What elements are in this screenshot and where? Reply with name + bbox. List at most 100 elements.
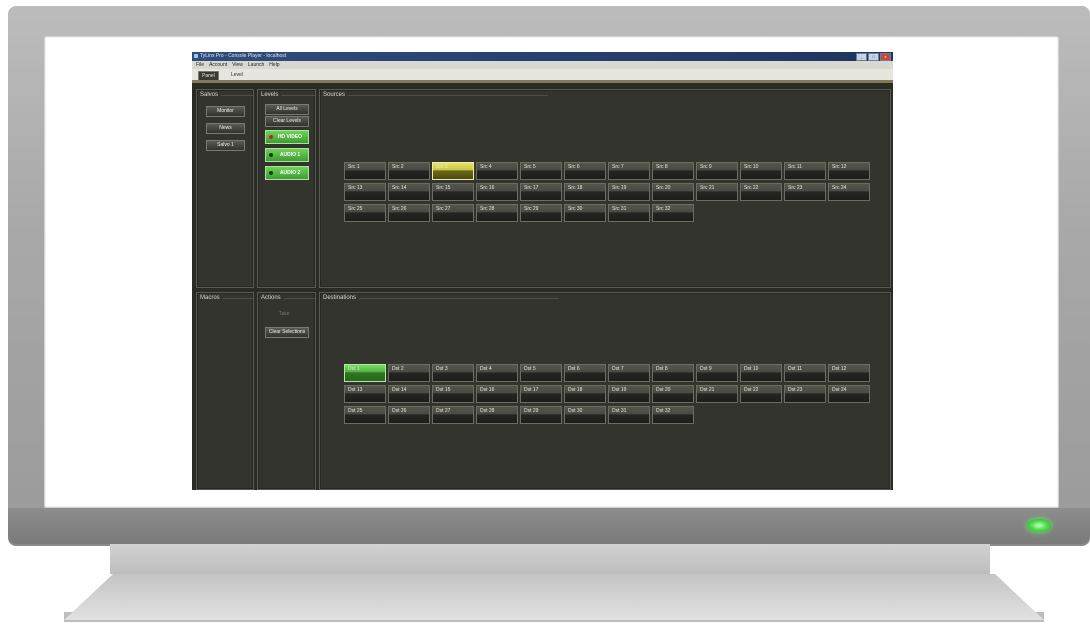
source-tile[interactable]: Src 2 <box>388 162 430 180</box>
source-tile[interactable]: Src 6 <box>564 162 606 180</box>
destination-tile[interactable]: Dst 28 <box>476 406 518 424</box>
actions-panel: Actions Take Clear Selections <box>257 292 316 490</box>
app-window: TyLinx Pro - Console Player - localhost … <box>192 52 893 490</box>
source-tile[interactable]: Src 8 <box>652 162 694 180</box>
clear-selections-button[interactable]: Clear Selections <box>265 327 309 338</box>
menu-help[interactable]: Help <box>269 61 279 69</box>
levels-panel: Levels All Levels Clear Levels HD VIDEO … <box>257 89 316 288</box>
destination-tile[interactable]: Dst 29 <box>520 406 562 424</box>
salvos-title: Salvos <box>200 92 253 98</box>
salvo-news-button[interactable]: News <box>206 123 245 134</box>
source-tile[interactable]: Src 23 <box>784 183 826 201</box>
destination-tile[interactable]: Dst 7 <box>608 364 650 382</box>
destination-tile[interactable]: Dst 18 <box>564 385 606 403</box>
source-tile[interactable]: Src 5 <box>520 162 562 180</box>
destination-tile[interactable]: Dst 21 <box>696 385 738 403</box>
tab-level[interactable]: Level <box>228 71 246 80</box>
minimize-button[interactable]: _ <box>856 53 867 61</box>
destination-tile[interactable]: Dst 1 <box>344 364 386 382</box>
menu-view[interactable]: View <box>232 61 243 69</box>
menu-file[interactable]: File <box>196 61 204 69</box>
source-tile[interactable]: Src 20 <box>652 183 694 201</box>
source-tile[interactable]: Src 7 <box>608 162 650 180</box>
destination-tile[interactable]: Dst 25 <box>344 406 386 424</box>
destinations-panel: Destinations Dst 1 Dst 2 Dst 3 Dst 4 Dst 5 Ds… <box>319 292 891 490</box>
destination-tile[interactable]: Dst 23 <box>784 385 826 403</box>
destination-tile[interactable]: Dst 22 <box>740 385 782 403</box>
destination-tile[interactable]: Dst 2 <box>388 364 430 382</box>
destination-tile[interactable]: Dst 3 <box>432 364 474 382</box>
levels-title: Levels <box>261 92 315 98</box>
source-tile[interactable]: Src 29 <box>520 204 562 222</box>
source-tile[interactable]: Src 1 <box>344 162 386 180</box>
source-tile[interactable]: Src 3 <box>432 162 474 180</box>
source-tile[interactable]: Src 24 <box>828 183 870 201</box>
destination-tile[interactable]: Dst 24 <box>828 385 870 403</box>
level-hd-video-button[interactable]: HD VIDEO <box>265 130 309 144</box>
menu-account[interactable]: Account <box>209 61 227 69</box>
maximize-button[interactable]: □ <box>868 53 879 61</box>
title-bar: TyLinx Pro - Console Player - localhost … <box>192 52 893 61</box>
source-tile[interactable]: Src 10 <box>740 162 782 180</box>
destination-tile[interactable]: Dst 19 <box>608 385 650 403</box>
source-tile[interactable]: Src 22 <box>740 183 782 201</box>
destination-tile[interactable]: Dst 11 <box>784 364 826 382</box>
destination-tile[interactable]: Dst 30 <box>564 406 606 424</box>
source-tile[interactable]: Src 32 <box>652 204 694 222</box>
destination-tile[interactable]: Dst 26 <box>388 406 430 424</box>
source-tile[interactable]: Src 17 <box>520 183 562 201</box>
close-button[interactable]: x <box>880 53 891 61</box>
source-tile[interactable]: Src 21 <box>696 183 738 201</box>
level-audio-2-button[interactable]: AUDIO 2 <box>265 166 309 180</box>
destination-tile[interactable]: Dst 13 <box>344 385 386 403</box>
salvo-monitor-button[interactable]: Monitor <box>206 106 245 117</box>
destination-tile[interactable]: Dst 12 <box>828 364 870 382</box>
destination-tile[interactable]: Dst 17 <box>520 385 562 403</box>
source-tile[interactable]: Src 27 <box>432 204 474 222</box>
sources-panel: Sources Src 1 Src 2 Src 3 Src 4 Src 5 Src 6 Sr… <box>319 89 891 288</box>
source-tile[interactable]: Src 31 <box>608 204 650 222</box>
destination-tile[interactable]: Dst 27 <box>432 406 474 424</box>
source-tile[interactable]: Src 14 <box>388 183 430 201</box>
source-tile[interactable]: Src 28 <box>476 204 518 222</box>
destinations-grid: Dst 1 Dst 2 Dst 3 Dst 4 Dst 5 Dst 6 Dst 7 Dst 8… <box>344 364 870 424</box>
menu-bar: File Account View Launch Help <box>192 61 893 69</box>
take-button[interactable]: Take <box>279 311 290 317</box>
destination-tile[interactable]: Dst 20 <box>652 385 694 403</box>
app-icon <box>194 54 198 58</box>
destination-tile[interactable]: Dst 8 <box>652 364 694 382</box>
power-led-icon <box>1027 519 1051 532</box>
destination-tile[interactable]: Dst 32 <box>652 406 694 424</box>
all-levels-button[interactable]: All Levels <box>265 104 309 115</box>
macros-panel: Macros <box>196 292 254 490</box>
source-tile[interactable]: Src 12 <box>828 162 870 180</box>
tab-bar: Panel Level <box>192 69 893 81</box>
destination-tile[interactable]: Dst 5 <box>520 364 562 382</box>
source-tile[interactable]: Src 4 <box>476 162 518 180</box>
source-tile[interactable]: Src 13 <box>344 183 386 201</box>
destination-tile[interactable]: Dst 14 <box>388 385 430 403</box>
destination-tile[interactable]: Dst 6 <box>564 364 606 382</box>
source-tile[interactable]: Src 30 <box>564 204 606 222</box>
level-audio-1-button[interactable]: AUDIO 1 <box>265 148 309 162</box>
destination-tile[interactable]: Dst 15 <box>432 385 474 403</box>
menu-launch[interactable]: Launch <box>248 61 264 69</box>
macros-title: Macros <box>200 295 253 301</box>
source-tile[interactable]: Src 9 <box>696 162 738 180</box>
destination-tile[interactable]: Dst 31 <box>608 406 650 424</box>
source-tile[interactable]: Src 11 <box>784 162 826 180</box>
clear-levels-button[interactable]: Clear Levels <box>265 116 309 127</box>
destination-tile[interactable]: Dst 9 <box>696 364 738 382</box>
level-indicator-icon <box>269 135 273 139</box>
destination-tile[interactable]: Dst 16 <box>476 385 518 403</box>
source-tile[interactable]: Src 19 <box>608 183 650 201</box>
source-tile[interactable]: Src 25 <box>344 204 386 222</box>
destination-tile[interactable]: Dst 10 <box>740 364 782 382</box>
source-tile[interactable]: Src 18 <box>564 183 606 201</box>
source-tile[interactable]: Src 16 <box>476 183 518 201</box>
destination-tile[interactable]: Dst 4 <box>476 364 518 382</box>
source-tile[interactable]: Src 15 <box>432 183 474 201</box>
salvo-1-button[interactable]: Salvo 1 <box>206 140 245 151</box>
level-label: HD VIDEO <box>277 134 303 140</box>
source-tile[interactable]: Src 26 <box>388 204 430 222</box>
